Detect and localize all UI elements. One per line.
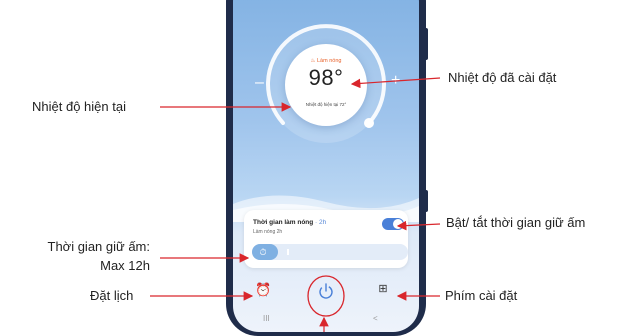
mode-label: ♨ Làm nóng (310, 58, 342, 64)
keep-warm-card: Thời gian làm nóng · 2h Làm nóng 2h ⏱ (244, 210, 408, 268)
set-temperature-value: 98° (308, 65, 344, 90)
card-title: Thời gian làm nóng (253, 219, 314, 226)
increase-temp-button[interactable]: + (391, 72, 400, 90)
toggle-knob (393, 219, 403, 229)
system-nav-bar: III < (233, 314, 419, 328)
annotation-schedule: Đặt lịch (90, 288, 134, 303)
dial-handle[interactable] (364, 118, 374, 128)
annotation-settings-key: Phím cài đặt (445, 288, 518, 303)
power-button[interactable] (311, 277, 341, 307)
back-nav-button[interactable]: < (373, 314, 378, 323)
annotation-toggle-keep-warm: Bật/ tắt thời gian giữ ấm (446, 215, 586, 230)
annotation-keep-warm-line1: Thời gian giữ ấm: (47, 239, 151, 254)
current-temperature-label: Nhiệt độ hiện tại 72° (305, 102, 347, 107)
card-subtitle: Làm nóng 2h (253, 229, 283, 235)
slider-tick (287, 249, 289, 255)
annotation-current-temperature: Nhiệt độ hiện tại (32, 99, 126, 114)
alarm-clock-icon[interactable]: ⏰ (255, 282, 271, 298)
card-title-row: Thời gian làm nóng · 2h (253, 219, 326, 226)
temperature-dial: ♨ Làm nóng 98° Nhiệt độ hiện tại 72° (285, 44, 367, 126)
keep-warm-toggle[interactable] (382, 218, 404, 230)
app-screen: – + ♨ Làm nóng 98° Nhiệt độ hiện tại 72°… (233, 0, 419, 332)
decrease-temp-button[interactable]: – (255, 74, 264, 92)
timer-icon[interactable]: ⏱ (256, 246, 270, 258)
card-duration: · 2h (313, 219, 327, 226)
keep-warm-slider[interactable]: ⏱ (252, 244, 408, 260)
recents-nav-button[interactable]: III (263, 314, 270, 323)
annotation-keep-warm-line2: Max 12h (100, 258, 150, 273)
grid-icon[interactable]: ⊞ (375, 282, 391, 295)
annotation-set-temperature: Nhiệt độ đã cài đặt (448, 70, 557, 85)
